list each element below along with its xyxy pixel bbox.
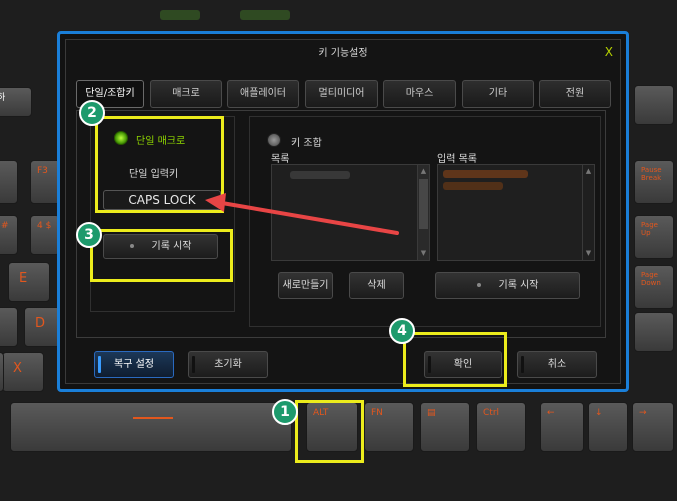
arrow-head: [205, 193, 226, 212]
red-arrow-overlay: [205, 193, 399, 235]
step-badge-3: 3: [76, 222, 102, 248]
arrow-shaft: [220, 201, 399, 235]
step-badge-4: 4: [389, 318, 415, 344]
step-badge-2: 2: [79, 100, 105, 126]
step-badge-1: 1: [272, 399, 298, 425]
